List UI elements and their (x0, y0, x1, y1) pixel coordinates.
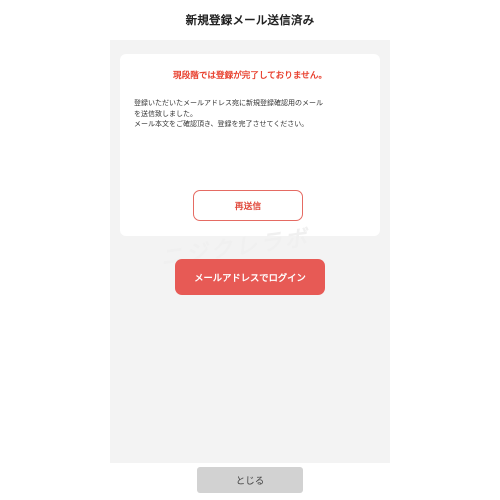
close-button[interactable]: とじる (197, 467, 303, 493)
app-screen: 新規登録メール送信済み 現段階では登録が完了しておりません。 登録いただいたメー… (110, 0, 390, 500)
footer-bar: とじる (110, 463, 390, 500)
resend-button[interactable]: 再送信 (193, 190, 303, 221)
header-bar: 新規登録メール送信済み (110, 0, 390, 40)
warning-message: 現段階では登録が完了しておりません。 (173, 71, 327, 81)
instruction-text: 登録いただいたメールアドレス宛に新規登録確認用のメール を送信致しました。 メー… (134, 99, 323, 128)
page-title: 新規登録メール送信済み (185, 13, 315, 27)
main-content: 現段階では登録が完了しておりません。 登録いただいたメールアドレス宛に新規登録確… (110, 40, 390, 463)
notice-card: 現段階では登録が完了しておりません。 登録いただいたメールアドレス宛に新規登録確… (120, 54, 380, 236)
email-login-button[interactable]: メールアドレスでログイン (175, 259, 325, 295)
